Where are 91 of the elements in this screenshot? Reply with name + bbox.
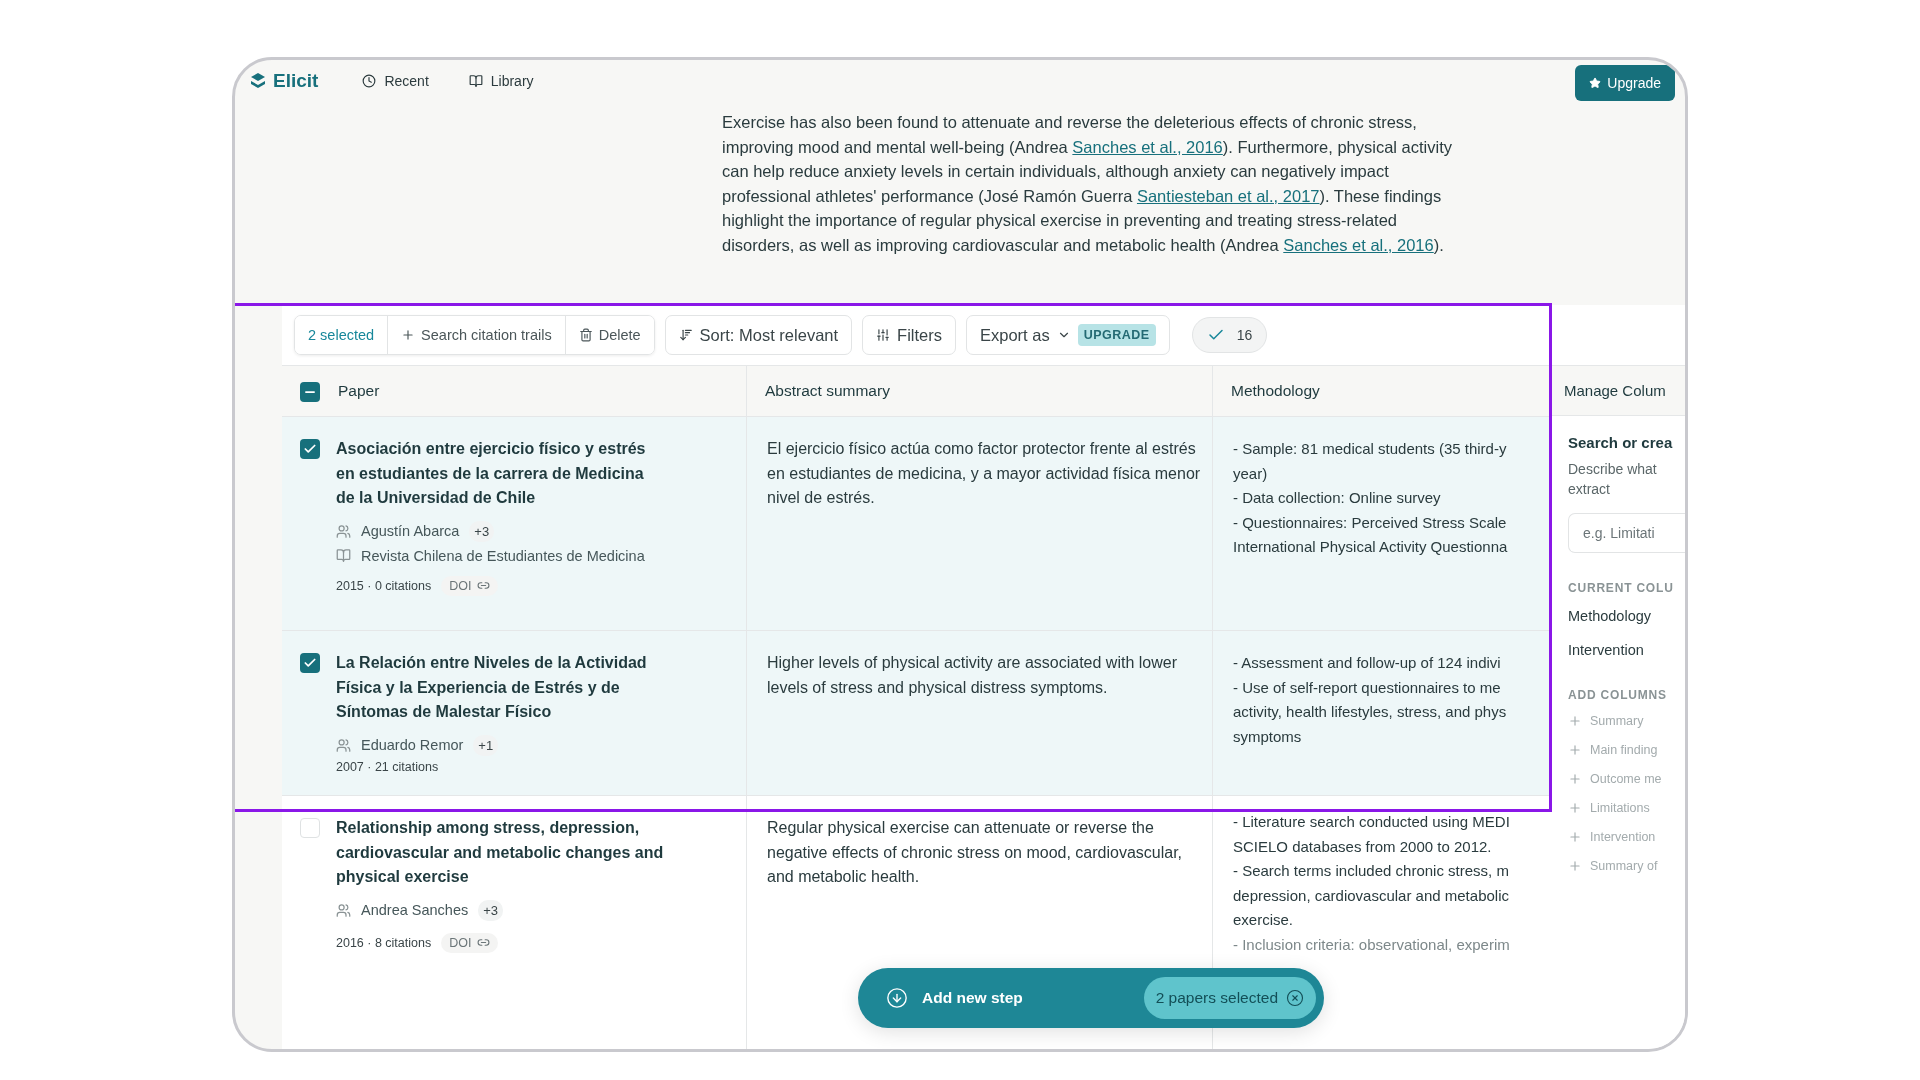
paper-title[interactable]: La Relación entre Niveles de la Actividad Física y la Experiencia de Estrés y de Síntomas de Malestar Físico — [336, 651, 666, 725]
book-icon — [336, 548, 351, 563]
row-checkbox[interactable] — [300, 653, 320, 673]
nav-link[interactable]: Library — [468, 73, 534, 89]
row-checkbox[interactable] — [300, 818, 320, 838]
section-heading: ADD COLUMNS — [1568, 688, 1668, 702]
summary-paragraph: Exercise has also been found to attenuate and reverse the deleterious effects of chronic stress, improving mood and mental well-being (Andrea Sanches et al., 2016). Furthermore, physical activity can help reduce anxiety levels in certain individuals, although anxiety can negatively impact professional athletes' performance (José Ramón Guerra Santiesteban et al., 2017). These findings highlight the importance of regular physical exercise in preventing and treating stress-related disorders, as well as improving cardiovascular and metabolic health (Andrea Sanches et al., 2016). — [722, 112, 1454, 256]
brand-logo[interactable]: Elicit — [249, 70, 319, 92]
clock-icon — [362, 74, 377, 88]
year-citations: 2007 · 21 citations — [336, 759, 439, 774]
more-authors-badge: +3 — [478, 899, 504, 921]
author-name: Agustín Abarca — [361, 523, 460, 539]
users-icon — [336, 902, 351, 918]
search-heading: Search or crea — [1568, 434, 1674, 451]
selection-count-button[interactable]: 2 selected — [295, 316, 388, 354]
section-heading: CURRENT COLU — [1568, 581, 1675, 595]
current-column[interactable]: Methodology — [1568, 608, 1685, 624]
sort-icon — [678, 328, 693, 342]
abstract-summary: Regular physical exercise can attenuate or reverse the negative effects of chronic stress on mood, cardiovascular, and metabolic health. — [767, 818, 1184, 887]
methodology-line: SCIELO databases from 2000 to 2012. — [1233, 836, 1493, 857]
logo-icon — [249, 72, 267, 90]
current-column[interactable]: Intervention — [1568, 642, 1685, 658]
doi-link[interactable]: DOI — [441, 932, 499, 953]
sort-button[interactable]: Sort: Most relevant — [664, 315, 853, 355]
brand-name: Elicit — [273, 70, 319, 92]
methodology-line: - Sample: 81 medical students (35 third-y — [1233, 439, 1508, 459]
methodology-line: - Assessment and follow-up of 124 indivi — [1233, 653, 1502, 673]
check-icon — [303, 656, 317, 670]
users-icon — [336, 737, 351, 753]
plus-icon — [1568, 772, 1582, 786]
methodology-line: - Use of self-report questionnaires to me — [1233, 677, 1502, 698]
methodology-line: International Physical Activity Questionna — [1233, 537, 1508, 557]
plus-icon — [1568, 859, 1582, 873]
methodology-line: year) — [1233, 463, 1269, 484]
close-icon[interactable] — [1286, 989, 1304, 1007]
doi-link[interactable]: DOI — [441, 575, 499, 596]
column-header[interactable]: Abstract summary — [765, 382, 890, 400]
column-header[interactable]: Methodology — [1231, 382, 1320, 400]
row-checkbox[interactable] — [300, 439, 320, 459]
column-search-field[interactable]: e.g. Limitati — [1568, 513, 1685, 553]
check-icon — [303, 442, 317, 456]
methodology-line: - Inclusion criteria: observational, experim — [1233, 934, 1510, 955]
trash-icon — [578, 328, 593, 342]
users-icon — [336, 523, 351, 539]
abstract-summary: El ejercicio físico actúa como factor protector frente al estrés en estudiantes de medicina, y a mayor actividad física menor nivel de estrés. — [767, 439, 1202, 508]
methodology-line: - Literature search conducted using MEDI — [1233, 812, 1510, 832]
methodology-line: exercise. — [1233, 910, 1295, 930]
sliders-icon — [876, 328, 891, 342]
checked-count-button[interactable]: 16 — [1191, 317, 1268, 353]
methodology-line: symptoms — [1233, 726, 1303, 747]
journal-name: Revista Chilena de Estudiantes de Medicina — [361, 547, 645, 564]
paper-title[interactable]: Relationship among stress, depression, cardiovascular and metabolic changes and physical exercise — [336, 816, 666, 890]
more-authors-badge: +3 — [469, 520, 495, 542]
plus-icon — [1568, 801, 1582, 815]
year-citations: 2015 · 0 citations — [336, 578, 432, 593]
upgrade-badge: UPGRADE — [1077, 324, 1156, 346]
filters-button[interactable]: Filters — [862, 315, 956, 355]
delete-button[interactable]: Delete — [564, 316, 654, 354]
star-icon — [1589, 77, 1602, 89]
select-all-checkbox[interactable] — [300, 382, 320, 402]
methodology-line: depression, cardiovascular and metabolic — [1233, 885, 1510, 906]
paper-title[interactable]: Asociación entre ejercicio físico y estrés en estudiantes de la carrera de Medicina de la Universidad de Chile — [336, 437, 666, 511]
abstract-summary: Higher levels of physical activity are associated with lower levels of stress and physical distress symptoms. — [767, 653, 1178, 698]
panel-description: Describe what extract — [1568, 460, 1658, 499]
add-step-button[interactable]: Add new step — [880, 986, 1029, 1010]
panel-title: Manage Colum — [1550, 365, 1685, 416]
book-icon — [468, 74, 483, 88]
methodology-line: - Questionnaires: Perceived Stress Scale — [1233, 512, 1508, 533]
export-button[interactable]: Export as UPGRADE — [966, 315, 1170, 355]
author-name: Eduardo Remor — [361, 737, 464, 753]
year-citations: 2016 · 8 citations — [336, 935, 432, 950]
link-icon — [477, 936, 491, 949]
methodology-line: - Data collection: Online survey — [1233, 488, 1442, 508]
upgrade-button[interactable]: Upgrade — [1575, 65, 1675, 101]
papers-selected-chip[interactable]: 2 papers selected — [1143, 977, 1316, 1019]
plus-icon — [1568, 830, 1582, 844]
methodology-line: - Search terms included chronic stress, m — [1233, 861, 1510, 881]
plus-icon — [401, 328, 416, 342]
plus-icon — [1568, 743, 1582, 757]
more-authors-badge: +1 — [473, 734, 499, 756]
arrow-down-circle-icon — [886, 987, 908, 1009]
plus-icon — [1568, 714, 1582, 728]
author-name: Andrea Sanches — [361, 902, 469, 918]
link-icon — [477, 579, 491, 592]
nav-link[interactable]: Recent — [362, 73, 429, 89]
citation-link[interactable]: Sanches et al., 2016 — [1072, 137, 1223, 156]
citation-link[interactable]: Sanches et al., 2016 — [1283, 235, 1434, 254]
column-header[interactable]: Paper — [338, 382, 380, 400]
citation-link[interactable]: Santiesteban et al., 2017 — [1136, 186, 1320, 205]
citation-trails-button[interactable]: Search citation trails — [387, 316, 565, 354]
methodology-line: activity, health lifestyles, stress, and phys — [1233, 702, 1507, 722]
